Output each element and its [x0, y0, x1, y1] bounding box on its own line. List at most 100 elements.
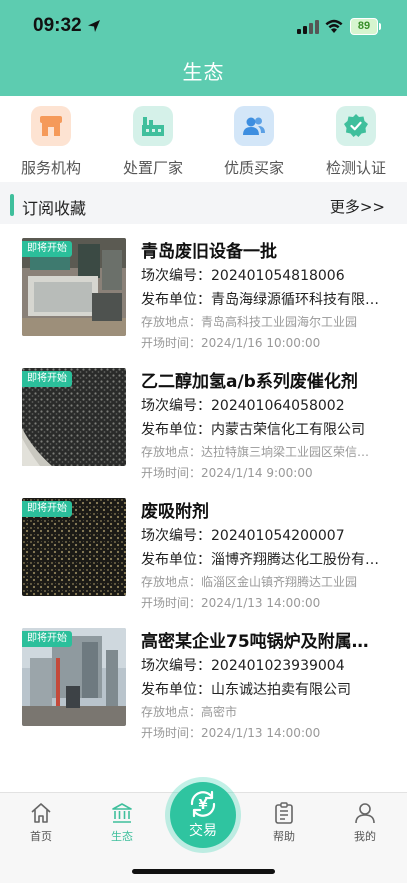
location-label: 存放地点： — [141, 445, 202, 459]
list-item[interactable]: 即将开始 青岛废旧设备一批 场次编号：202401054818006 发布单位：… — [0, 224, 407, 354]
item-location-row: 存放地点：青岛高科技工业园海尔工业园 — [141, 313, 379, 330]
page-title: 生态 — [182, 60, 225, 84]
tab-mine[interactable]: 我的 — [335, 801, 395, 844]
app-header: 09:32 89 生态 — [0, 0, 407, 96]
publisher-value: 淄博齐翔腾达化工股份有限公司 — [211, 552, 379, 568]
time-label: 开场时间： — [141, 726, 202, 740]
item-thumbnail: 即将开始 — [22, 498, 126, 596]
trade-button[interactable]: ¥ 交易 — [170, 782, 236, 848]
bank-icon — [112, 803, 132, 823]
time-label: 开场时间： — [141, 336, 202, 350]
code-label: 场次编号： — [141, 528, 211, 544]
item-location-row: 存放地点：高密市 — [141, 703, 379, 720]
location-value: 达拉特旗三垧梁工业园区荣信化工 — [201, 445, 379, 459]
tab-home[interactable]: 首页 — [11, 801, 71, 844]
category-label: 处置厂家 — [122, 159, 183, 177]
status-bar: 09:32 89 — [0, 0, 407, 50]
publisher-label: 发布单位： — [141, 682, 211, 698]
status-badge: 即将开始 — [22, 371, 72, 387]
item-publisher-row: 发布单位：内蒙古荣信化工有限公司 — [141, 419, 379, 439]
wifi-icon — [325, 19, 343, 33]
tab-label: 帮助 — [273, 830, 295, 843]
storefront-icon — [31, 106, 71, 146]
tab-help[interactable]: 帮助 — [254, 801, 314, 844]
clipboard-icon — [275, 802, 293, 824]
time-value: 2024/1/16 10:00:00 — [201, 336, 321, 350]
category-grid: 服务机构 处置厂家 优质买家 检测认证 — [0, 96, 407, 182]
verified-badge-icon — [336, 106, 376, 146]
status-badge: 即将开始 — [22, 501, 72, 517]
location-arrow-icon — [88, 20, 100, 32]
location-value: 青岛高科技工业园海尔工业园 — [201, 315, 358, 329]
item-code-row: 场次编号：202401054200007 — [141, 525, 379, 545]
publisher-label: 发布单位： — [141, 552, 211, 568]
tab-label: 生态 — [111, 830, 133, 843]
section-title: 订阅收藏 — [22, 199, 87, 218]
item-code-row: 场次编号：202401054818006 — [141, 265, 379, 285]
yuan-exchange-icon: ¥ — [190, 790, 216, 818]
code-label: 场次编号： — [141, 658, 211, 674]
list-item[interactable]: 即将开始 乙二醇加氢a/b系列废催化剂 场次编号：202401064058002… — [0, 354, 407, 484]
item-publisher-row: 发布单位：淄博齐翔腾达化工股份有限公司 — [141, 549, 379, 569]
status-time: 09:32 — [33, 15, 82, 36]
more-link[interactable]: 更多>> — [330, 196, 385, 217]
item-time-row: 开场时间：2024/1/16 10:00:00 — [141, 334, 379, 351]
item-time-row: 开场时间：2024/1/14 9:00:00 — [141, 464, 379, 481]
time-value: 2024/1/14 9:00:00 — [201, 466, 313, 480]
code-label: 场次编号： — [141, 268, 211, 284]
item-publisher-row: 发布单位：山东诚达拍卖有限公司 — [141, 679, 379, 699]
item-title: 废吸附剂 — [141, 502, 209, 522]
home-icon — [31, 803, 51, 823]
code-value: 202401054200007 — [211, 528, 345, 544]
item-location-row: 存放地点：达拉特旗三垧梁工业园区荣信化工 — [141, 443, 379, 460]
category-label: 服务机构 — [20, 159, 81, 177]
tab-ecology[interactable]: 生态 — [92, 801, 152, 844]
category-label: 检测认证 — [325, 159, 386, 177]
code-value: 202401023939004 — [211, 658, 345, 674]
user-icon — [355, 803, 375, 824]
item-time-row: 开场时间：2024/1/13 14:00:00 — [141, 594, 379, 611]
code-value: 202401064058002 — [211, 398, 345, 414]
users-icon — [234, 106, 274, 146]
time-label: 开场时间： — [141, 466, 202, 480]
item-thumbnail: 即将开始 — [22, 238, 126, 336]
list-item[interactable]: 即将开始 废吸附剂 场次编号：202401054200007 发布单位：淄博齐翔… — [0, 484, 407, 614]
home-indicator — [132, 869, 275, 874]
status-badge: 即将开始 — [22, 631, 72, 647]
auction-list: 即将开始 青岛废旧设备一批 场次编号：202401054818006 发布单位：… — [0, 224, 407, 792]
category-service-agency[interactable]: 服务机构 — [0, 104, 102, 180]
category-label: 优质买家 — [223, 159, 284, 177]
tab-label: 首页 — [30, 830, 52, 843]
tab-label: 我的 — [354, 830, 376, 843]
time-label: 开场时间： — [141, 596, 202, 610]
code-value: 202401054818006 — [211, 268, 345, 284]
subscription-section-header: 订阅收藏 更多>> — [0, 188, 407, 224]
time-value: 2024/1/13 14:00:00 — [201, 596, 321, 610]
category-disposal-factory[interactable]: 处置厂家 — [102, 104, 204, 180]
item-title: 青岛废旧设备一批 — [141, 242, 277, 262]
cellular-signal-icon — [297, 20, 319, 34]
time-value: 2024/1/13 14:00:00 — [201, 726, 321, 740]
factory-icon — [133, 106, 173, 146]
publisher-label: 发布单位： — [141, 292, 211, 308]
publisher-value: 青岛海绿源循环科技有限公司 — [211, 292, 379, 308]
item-thumbnail: 即将开始 — [22, 628, 126, 726]
location-value: 临淄区金山镇齐翔腾达工业园 — [201, 575, 358, 589]
section-accent-bar — [10, 194, 14, 216]
category-testing-certification[interactable]: 检测认证 — [305, 104, 407, 180]
publisher-value: 内蒙古荣信化工有限公司 — [211, 422, 365, 438]
location-value: 高密市 — [201, 705, 238, 719]
item-location-row: 存放地点：临淄区金山镇齐翔腾达工业园 — [141, 573, 379, 590]
category-quality-buyer[interactable]: 优质买家 — [203, 104, 305, 180]
item-title: 高密某企业75吨锅炉及附属设备 — [141, 632, 379, 652]
item-code-row: 场次编号：202401023939004 — [141, 655, 379, 675]
item-publisher-row: 发布单位：青岛海绿源循环科技有限公司 — [141, 289, 379, 309]
list-item[interactable]: 即将开始 高密某企业75吨锅炉及附属设备 场次编号：20240102393900… — [0, 614, 407, 744]
battery-cap — [379, 23, 381, 30]
svg-text:¥: ¥ — [198, 798, 207, 813]
location-label: 存放地点： — [141, 575, 202, 589]
item-time-row: 开场时间：2024/1/13 14:00:00 — [141, 724, 379, 741]
item-code-row: 场次编号：202401064058002 — [141, 395, 379, 415]
location-label: 存放地点： — [141, 315, 202, 329]
publisher-value: 山东诚达拍卖有限公司 — [211, 682, 351, 698]
